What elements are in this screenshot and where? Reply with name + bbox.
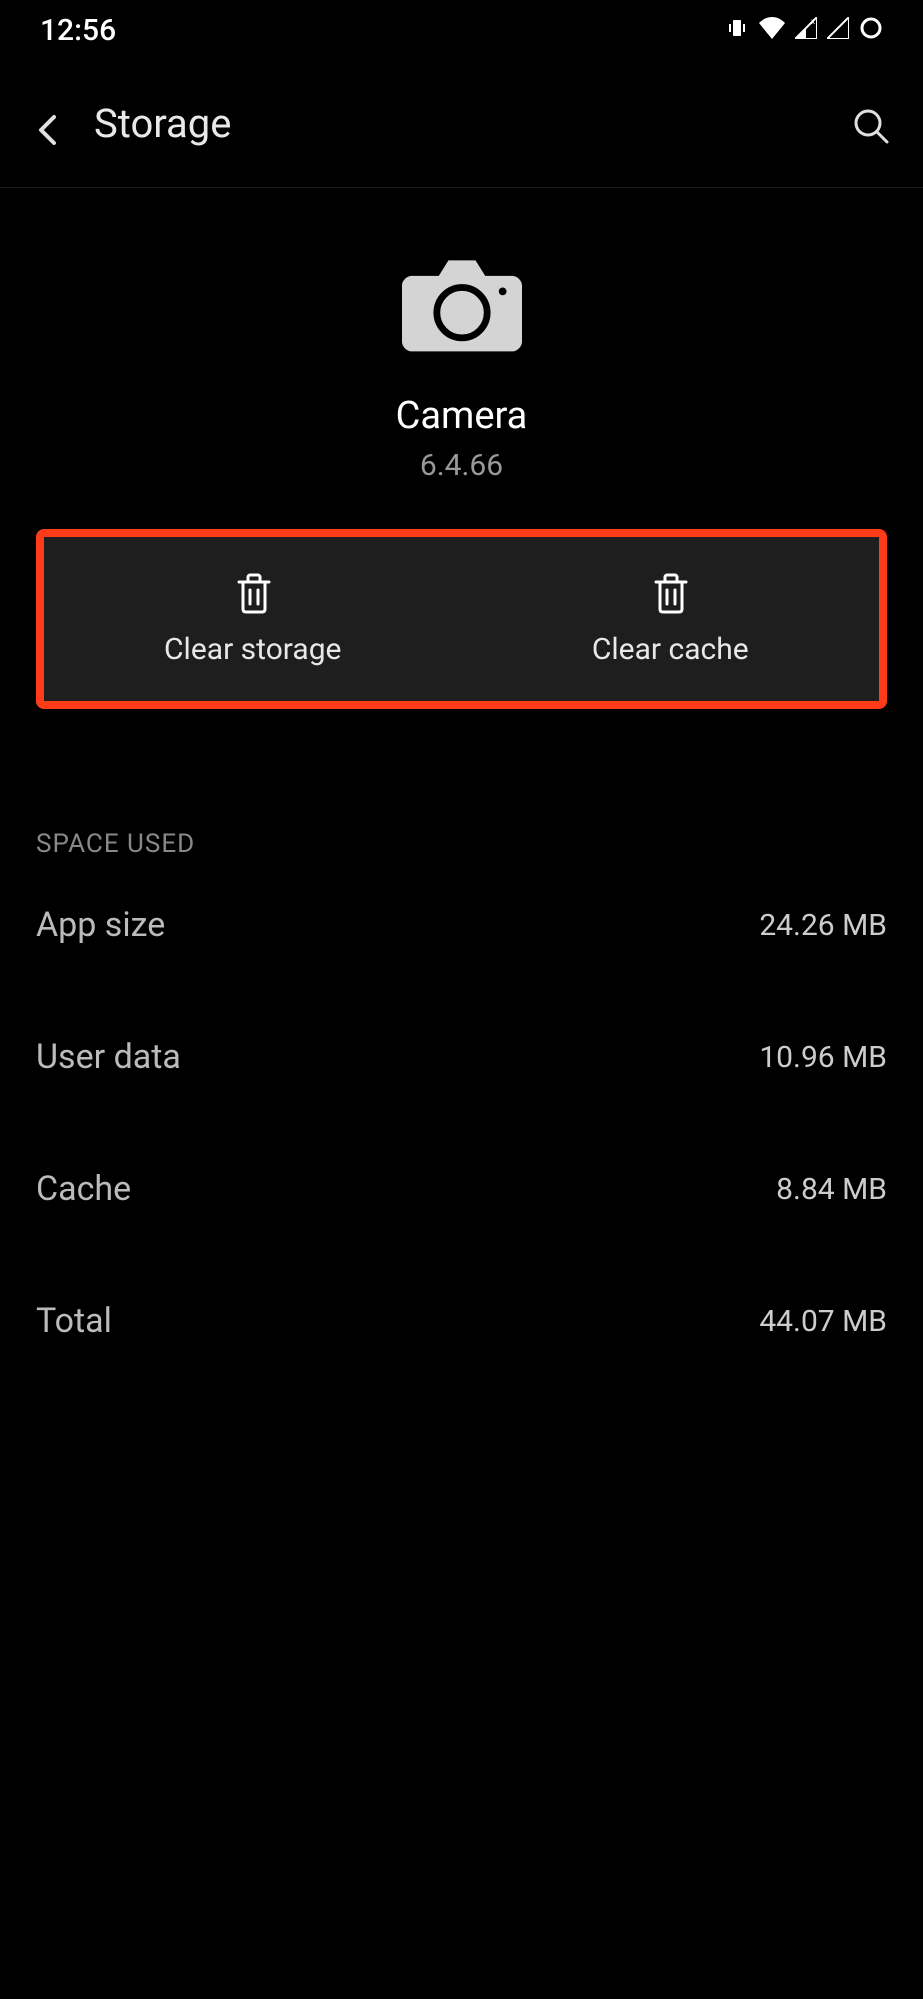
status-bar: 12:56 x — [0, 0, 923, 60]
clear-storage-button[interactable]: Clear storage — [44, 537, 462, 701]
status-icons: x — [725, 16, 883, 44]
app-info: Camera 6.4.66 — [0, 188, 923, 483]
info-label: Total — [36, 1301, 112, 1341]
clear-cache-button[interactable]: Clear cache — [462, 537, 880, 701]
info-label: User data — [36, 1037, 181, 1077]
search-icon[interactable] — [851, 106, 887, 142]
vibrate-icon — [725, 16, 749, 44]
trash-icon — [652, 572, 688, 612]
camera-icon — [402, 248, 522, 358]
info-value: 44.07 MB — [759, 1304, 887, 1339]
back-icon[interactable] — [36, 113, 58, 135]
space-used-list: App size 24.26 MB User data 10.96 MB Cac… — [0, 859, 923, 1387]
info-row-cache: Cache 8.84 MB — [36, 1123, 887, 1255]
info-row-total: Total 44.07 MB — [36, 1255, 887, 1387]
status-time: 12:56 — [40, 13, 116, 48]
info-value: 10.96 MB — [759, 1040, 887, 1075]
info-label: Cache — [36, 1169, 131, 1209]
header-left: Storage — [36, 100, 231, 147]
info-value: 8.84 MB — [776, 1172, 887, 1207]
page-title: Storage — [94, 100, 231, 147]
info-row-app-size: App size 24.26 MB — [36, 859, 887, 991]
signal-icon-2 — [827, 17, 849, 43]
loading-circle-icon — [859, 16, 883, 44]
clear-storage-label: Clear storage — [164, 632, 341, 667]
info-row-user-data: User data 10.96 MB — [36, 991, 887, 1123]
signal-icon-1: x — [795, 17, 817, 43]
clear-cache-label: Clear cache — [592, 632, 749, 667]
wifi-icon — [759, 17, 785, 43]
action-panel-highlight: Clear storage Clear cache — [36, 529, 887, 709]
info-value: 24.26 MB — [759, 908, 887, 943]
action-panel: Clear storage Clear cache — [44, 537, 879, 701]
trash-icon — [235, 572, 271, 612]
header: Storage — [0, 60, 923, 188]
app-name: Camera — [396, 394, 528, 438]
section-header: SPACE USED — [0, 709, 923, 859]
svg-text:x: x — [811, 17, 815, 26]
app-version: 6.4.66 — [420, 448, 503, 483]
info-label: App size — [36, 905, 165, 945]
